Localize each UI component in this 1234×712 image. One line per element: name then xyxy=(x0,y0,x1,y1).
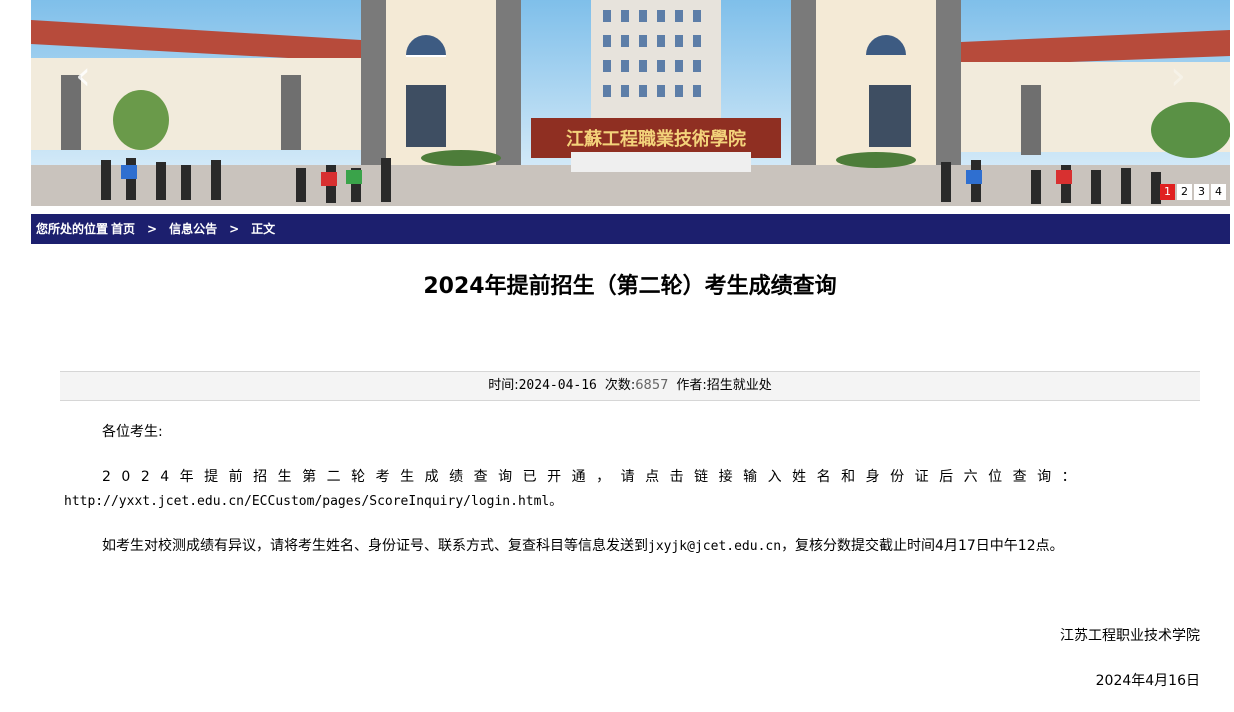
paragraph-score-query: 2024年提前招生第二轮考生成绩查询已开通，请点击链接输入姓名和身份证后六位查询… xyxy=(102,469,1087,485)
campus-banner: 江蘇工程職業技術學院 ‹ › 1 2 3 4 xyxy=(31,0,1230,206)
meta-time-label: 时间: xyxy=(488,378,519,393)
slide-page-1[interactable]: 1 xyxy=(1160,184,1175,200)
meta-views-value: 6857 xyxy=(635,378,669,393)
appeal-email[interactable]: jxyjk@jcet.edu.cn xyxy=(648,539,781,554)
breadcrumb-current: 正文 xyxy=(251,222,276,236)
score-query-link[interactable]: http://yxxt.jcet.edu.cn/ECCustom/pages/S… xyxy=(64,490,562,514)
slide-page-3[interactable]: 3 xyxy=(1194,184,1209,200)
slide-pager: 1 2 3 4 xyxy=(1160,184,1226,200)
meta-author-label: 作者: xyxy=(676,378,707,393)
meta-author-value: 招生就业处 xyxy=(706,378,772,393)
article-meta: 时间:2024-04-16 次数:6857 作者:招生就业处 xyxy=(60,371,1200,401)
article-title: 2024年提前招生（第二轮）考生成绩查询 xyxy=(423,274,837,299)
breadcrumb-separator: > xyxy=(147,222,158,236)
meta-views-label: 次数: xyxy=(604,378,636,393)
breadcrumb-prefix: 您所处的位置 xyxy=(36,222,109,236)
campus-sign-text: 江蘇工程職業技術學院 xyxy=(566,128,746,150)
slide-page-4[interactable]: 4 xyxy=(1211,184,1226,200)
greeting: 各位考生: xyxy=(102,424,163,440)
breadcrumb-section-link[interactable]: 信息公告 xyxy=(169,214,217,244)
slide-page-2[interactable]: 2 xyxy=(1177,184,1192,200)
breadcrumb-separator: > xyxy=(229,222,240,236)
paragraph-appeal: 如考生对校测成绩有异议，请将考生姓名、身份证号、联系方式、复查科目等信息发送到j… xyxy=(102,534,1064,559)
signature: 江苏工程职业技术学院 xyxy=(1060,628,1200,644)
breadcrumb: 您所处的位置 首页 > 信息公告 > 正文 xyxy=(31,214,1230,244)
signature-date: 2024年4月16日 xyxy=(1095,673,1200,689)
campus-photo: 江蘇工程職業技術學院 xyxy=(31,0,1230,206)
slide-next-button[interactable]: › xyxy=(1164,56,1192,96)
appeal-text-start: 如考生对校测成绩有异议，请将考生姓名、身份证号、联系方式、复查科目等信息发送到 xyxy=(102,538,648,554)
breadcrumb-home-link[interactable]: 首页 xyxy=(111,214,135,244)
meta-time-value: 2024-04-16 xyxy=(518,378,597,393)
slide-prev-button[interactable]: ‹ xyxy=(69,56,97,96)
appeal-text-end: ，复核分数提交截止时间4月17日中午12点。 xyxy=(781,538,1064,554)
